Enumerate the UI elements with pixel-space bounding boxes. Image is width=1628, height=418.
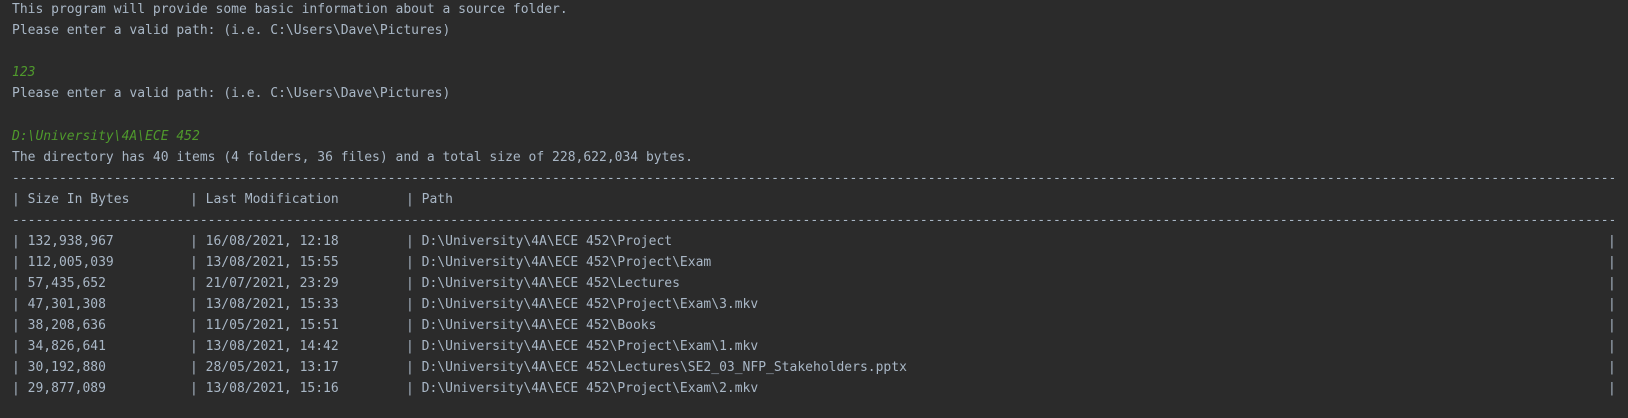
user-input-text: D:\University\4A\ECE 452	[12, 129, 200, 144]
table-header: | Size In Bytes | Last Modification | Pa…	[12, 191, 1614, 209]
row-end-pipe: |	[1608, 360, 1616, 375]
row-end-pipe: |	[1608, 339, 1616, 354]
row-date: | 13/08/2021, 15:16	[190, 381, 339, 396]
row-size: | 112,005,039	[12, 255, 114, 270]
row-end-pipe: |	[1608, 234, 1616, 249]
row-date: | 16/08/2021, 12:18	[190, 234, 339, 249]
row-path: | D:\University\4A\ECE 452\Project\Exam	[406, 255, 712, 270]
row-size: | 47,301,308	[12, 297, 106, 312]
row-end-pipe: |	[1608, 255, 1616, 270]
row-path: | D:\University\4A\ECE 452\Project\Exam\…	[406, 381, 759, 396]
row-date: | 13/08/2021, 15:55	[190, 255, 339, 270]
row-size: | 30,192,880	[12, 360, 106, 375]
table-row: | 30,192,880 | 28/05/2021, 13:17 | D:\Un…	[12, 359, 1616, 377]
intro-text: This program will provide some basic inf…	[12, 2, 568, 17]
table-row: | 29,877,089 | 13/08/2021, 15:16 | D:\Un…	[12, 380, 1616, 398]
row-size: | 132,938,967	[12, 234, 114, 249]
row-path: | D:\University\4A\ECE 452\Lectures\SE2_…	[406, 360, 907, 375]
row-size: | 38,208,636	[12, 318, 106, 333]
row-path: | D:\University\4A\ECE 452\Lectures	[406, 276, 680, 291]
prompt-text: Please enter a valid path: (i.e. C:\User…	[12, 23, 451, 38]
table-row: | 132,938,967 | 16/08/2021, 12:18 | D:\U…	[12, 233, 1616, 251]
table-row: | 47,301,308 | 13/08/2021, 15:33 | D:\Un…	[12, 296, 1616, 314]
header-path: | Path	[406, 192, 453, 207]
header-last-modification: | Last Modification	[190, 192, 339, 207]
row-date: | 21/07/2021, 23:29	[190, 276, 339, 291]
row-date: | 28/05/2021, 13:17	[190, 360, 339, 375]
table-row: | 112,005,039 | 13/08/2021, 15:55 | D:\U…	[12, 254, 1616, 272]
row-path: | D:\University\4A\ECE 452\Project\Exam\…	[406, 339, 759, 354]
prompt-text: Please enter a valid path: (i.e. C:\User…	[12, 86, 451, 101]
summary-text: The directory has 40 items (4 folders, 3…	[12, 150, 693, 165]
table-row: | 57,435,652 | 21/07/2021, 23:29 | D:\Un…	[12, 275, 1616, 293]
table-rule-header: ----------------------------------------…	[12, 213, 1614, 228]
console-output[interactable]: This program will provide some basic inf…	[0, 0, 1628, 418]
table-rule-top: ----------------------------------------…	[12, 171, 1614, 186]
row-path: | D:\University\4A\ECE 452\Project	[406, 234, 673, 249]
row-date: | 11/05/2021, 15:51	[190, 318, 339, 333]
user-input-text: 123	[12, 65, 36, 80]
row-size: | 57,435,652	[12, 276, 106, 291]
row-path: | D:\University\4A\ECE 452\Project\Exam\…	[406, 297, 759, 312]
row-path: | D:\University\4A\ECE 452\Books	[406, 318, 657, 333]
row-end-pipe: |	[1608, 297, 1616, 312]
table-row: | 34,826,641 | 13/08/2021, 14:42 | D:\Un…	[12, 338, 1616, 356]
row-date: | 13/08/2021, 14:42	[190, 339, 339, 354]
row-date: | 13/08/2021, 15:33	[190, 297, 339, 312]
row-size: | 34,826,641	[12, 339, 106, 354]
row-end-pipe: |	[1608, 318, 1616, 333]
row-size: | 29,877,089	[12, 381, 106, 396]
row-end-pipe: |	[1608, 276, 1616, 291]
table-row: | 38,208,636 | 11/05/2021, 15:51 | D:\Un…	[12, 317, 1616, 335]
row-end-pipe: |	[1608, 381, 1616, 396]
header-size: | Size In Bytes	[12, 192, 130, 207]
